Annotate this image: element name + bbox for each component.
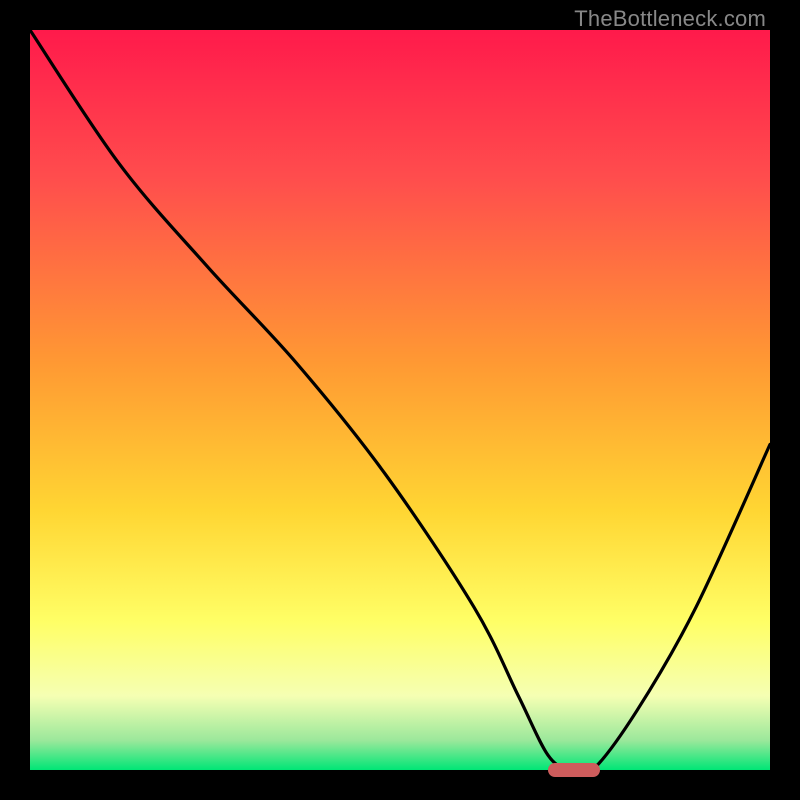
chart-stage: TheBottleneck.com (0, 0, 800, 800)
watermark-text: TheBottleneck.com (574, 6, 766, 32)
curve-layer (30, 30, 770, 770)
bottleneck-curve (30, 30, 770, 775)
optimal-marker (548, 763, 600, 777)
plot-area (30, 30, 770, 770)
